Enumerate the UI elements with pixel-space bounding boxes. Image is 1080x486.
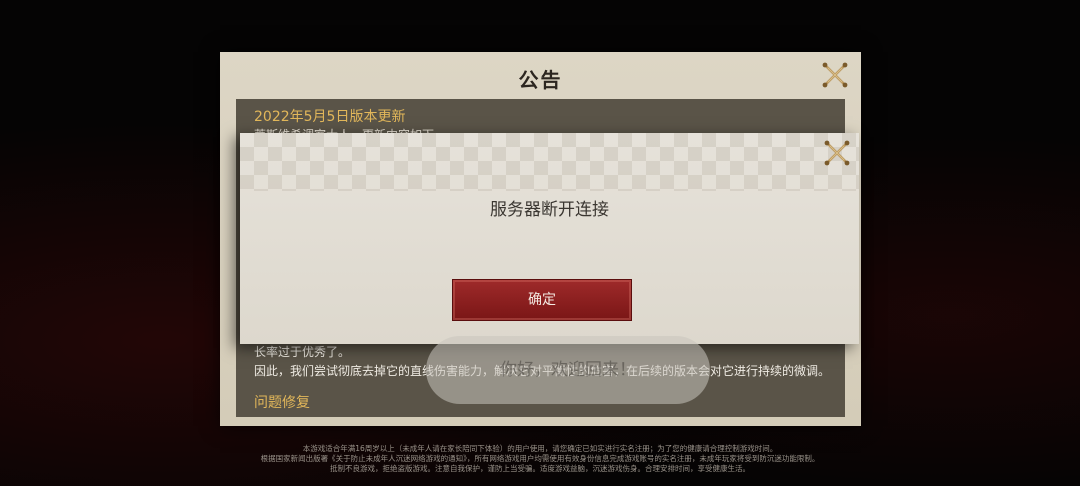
update-heading: 2022年5月5日版本更新 <box>254 109 406 125</box>
body-text-line: 长率过于优秀了。 <box>254 345 351 359</box>
health-notice-line: 根据国家新闻出版署《关于防止未成年人沉迷网络游戏的通知》，所有网络游戏用户均需使… <box>260 454 820 463</box>
health-notice-line: 本游戏适合年满16周岁以上（未成年人请在家长陪同下体验）的用户使用，请您确定已如… <box>302 444 778 453</box>
section-heading-bug-fixes: 问题修复 <box>254 395 310 411</box>
confirm-button[interactable]: 确定 <box>452 279 632 321</box>
health-notice: 本游戏适合年满16周岁以上（未成年人请在家长陪同下体验）的用户使用，请您确定已如… <box>0 444 1080 474</box>
disconnect-dialog: 服务器断开连接 确定 <box>240 133 859 344</box>
crossed-swords-close-icon <box>824 140 850 166</box>
dialog-diamond-pattern <box>240 133 859 191</box>
dialog-close-button[interactable] <box>822 138 852 168</box>
announcement-title: 公告 <box>518 68 563 92</box>
welcome-toast: 你好，欢迎回来！ <box>426 336 710 404</box>
health-notice-line: 抵制不良游戏，拒绝盗版游戏。注意自我保护，谨防上当受骗。适度游戏益脑，沉迷游戏伤… <box>330 464 750 473</box>
dialog-message: 服务器断开连接 <box>490 200 609 220</box>
crossed-swords-close-icon <box>822 62 848 88</box>
announcement-close-button[interactable] <box>820 60 850 90</box>
